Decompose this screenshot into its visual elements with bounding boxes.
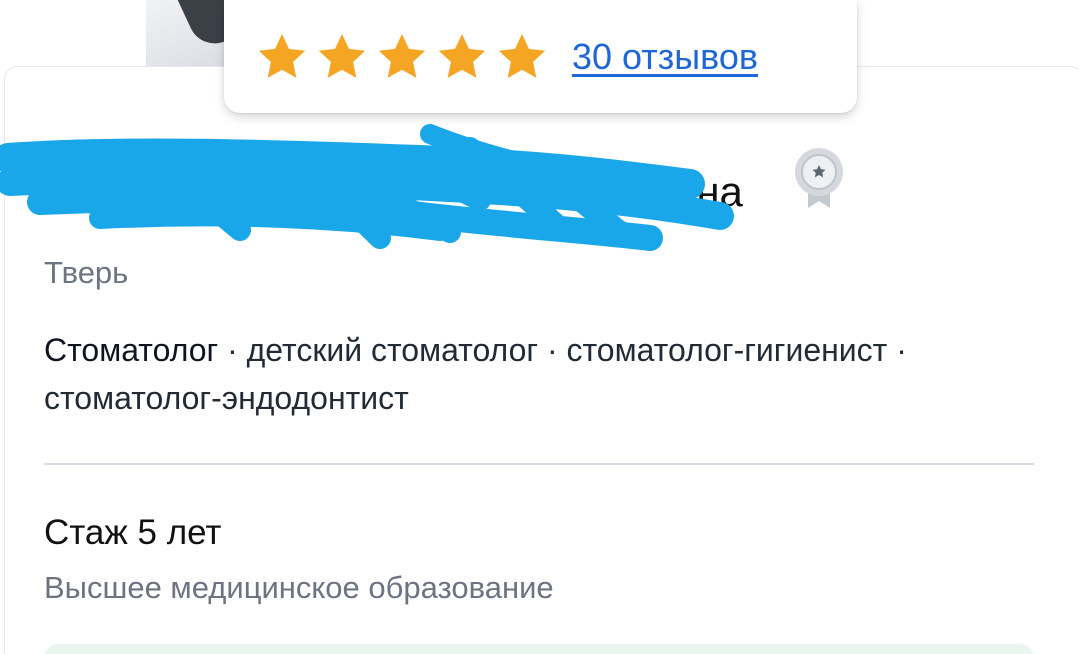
specialties: Стоматолог · детский стоматолог · стомат… — [44, 326, 1034, 422]
reviews-link[interactable]: 30 отзывов — [572, 36, 758, 78]
rating-stars — [254, 30, 550, 84]
star-icon — [498, 33, 546, 78]
divider — [44, 463, 1034, 465]
star-icon — [378, 33, 426, 78]
doctor-profile-screen: 30 отзывов вна Тверь Стоматолог · детски… — [0, 0, 1079, 654]
education: Высшее медицинское образование — [44, 570, 554, 605]
redaction-scribble — [0, 124, 734, 251]
rating-panel: 30 отзывов — [224, 0, 857, 113]
star-icon — [258, 33, 306, 78]
city-label: Тверь — [44, 255, 129, 290]
medal-icon[interactable] — [792, 146, 846, 210]
star-icon — [438, 33, 486, 78]
star-icon — [318, 33, 366, 78]
info-block — [44, 644, 1034, 654]
primary-specialty: Стоматолог — [44, 332, 219, 368]
experience: Стаж 5 лет — [44, 513, 222, 552]
